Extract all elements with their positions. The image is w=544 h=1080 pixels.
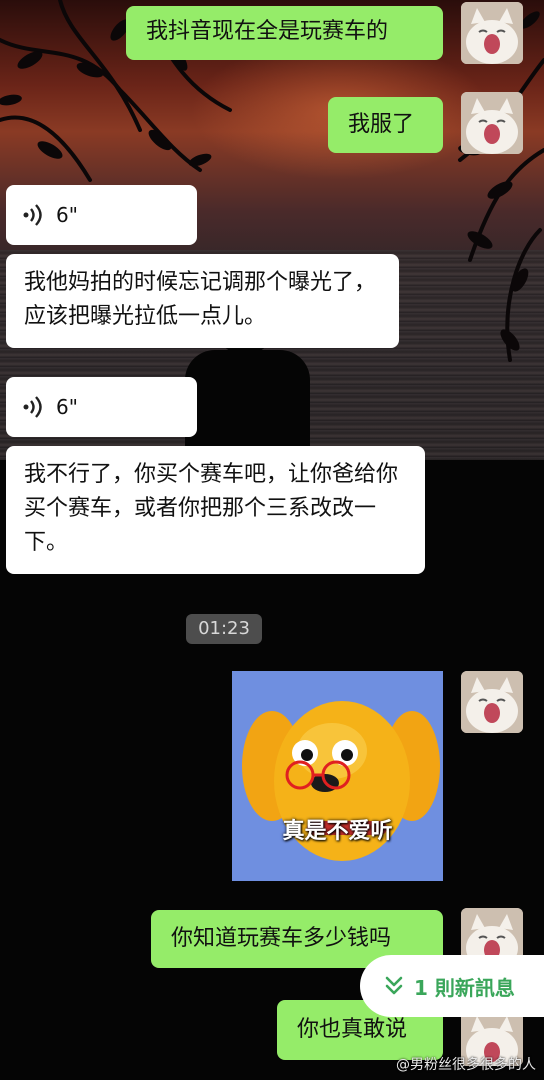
double-chevron-down-icon (385, 976, 403, 995)
transcript-text: 我不行了，你买个赛车吧，让你爸给你买个赛车，或者你把那个三系改改一下。 (24, 462, 399, 555)
voice-wave-icon (23, 204, 42, 226)
dog-sticker-image[interactable]: 真是不爱听 (232, 671, 443, 881)
cat-yawning-icon (461, 2, 523, 64)
transcript-text: 我他妈拍的时候忘记调那个曝光了，应该把曝光拉低一点儿。 (24, 270, 377, 329)
my-avatar[interactable] (461, 671, 523, 733)
my-avatar[interactable] (461, 92, 523, 154)
voice-message-bubble[interactable]: 6" (6, 377, 197, 437)
new-messages-label: 1 則新訊息 (414, 975, 515, 1000)
message-text: 我抖音现在全是玩赛车的 (146, 19, 389, 44)
timestamp: 01:23 (186, 614, 262, 644)
voice-transcript-bubble[interactable]: 我不行了，你买个赛车吧，让你爸给你买个赛车，或者你把那个三系改改一下。 (6, 446, 425, 574)
cat-yawning-icon (461, 92, 523, 154)
message-text: 我服了 (348, 112, 415, 137)
my-avatar[interactable] (461, 2, 523, 64)
watermark: @男粉丝很多很多的人 (396, 1057, 536, 1073)
sticker-caption: 真是不爱听 (282, 819, 393, 844)
message-text: 你知道玩赛车多少钱吗 (171, 926, 392, 951)
voice-duration: 6" (56, 203, 78, 227)
message-text: 你也真敢说 (297, 1017, 408, 1042)
sent-message-bubble[interactable]: 我服了 (328, 97, 443, 153)
voice-duration: 6" (56, 395, 78, 419)
voice-transcript-bubble[interactable]: 我他妈拍的时候忘记调那个曝光了，应该把曝光拉低一点儿。 (6, 254, 399, 348)
voice-message-bubble[interactable]: 6" (6, 185, 197, 245)
cat-yawning-icon (461, 671, 523, 733)
yellow-dog-icon (232, 671, 443, 881)
new-messages-button[interactable]: 1 則新訊息 (360, 955, 544, 1017)
sent-message-bubble[interactable]: 我抖音现在全是玩赛车的 (126, 6, 443, 60)
voice-wave-icon (23, 396, 42, 418)
